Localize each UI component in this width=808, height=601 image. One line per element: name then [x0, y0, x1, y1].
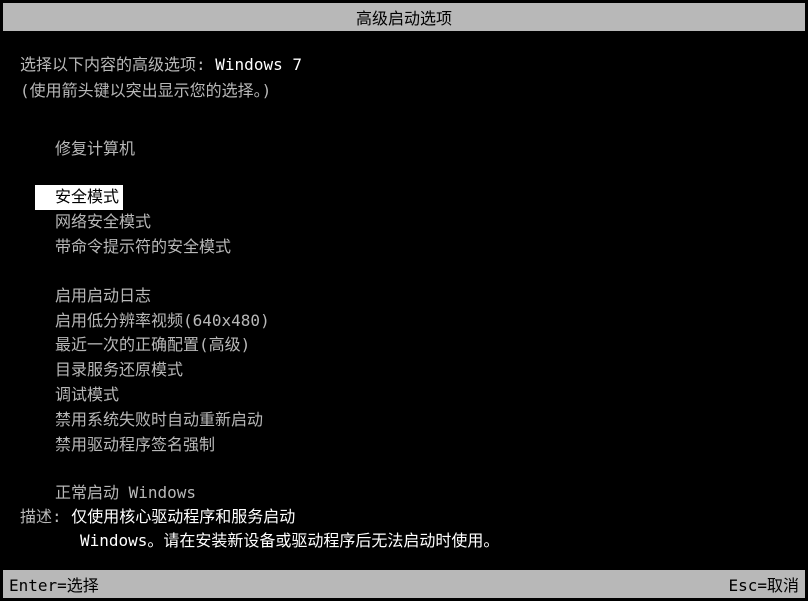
description-line1: 仅使用核心驱动程序和服务启动 [71, 507, 295, 526]
description-line2: Windows。请在安装新设备或驱动程序后无法启动时使用。 [20, 529, 788, 553]
menu-item-bootlog[interactable]: 启用启动日志 [55, 284, 788, 309]
menu-item-safemode[interactable]: 安全模式 [35, 185, 123, 210]
instruction-text: (使用箭头键以突出显示您的选择。) [20, 81, 788, 102]
boot-menu: 修复计算机 安全模式 网络安全模式 带命令提示符的安全模式 启用启动日志 启用低… [20, 137, 788, 507]
menu-item-safemode-cmd[interactable]: 带命令提示符的安全模式 [55, 235, 788, 260]
prompt-line: 选择以下内容的高级选项: Windows 7 [20, 55, 788, 76]
menu-item-safemode-network[interactable]: 网络安全模式 [55, 210, 788, 235]
spacer [55, 260, 788, 284]
menu-item-repair[interactable]: 修复计算机 [55, 137, 788, 162]
title-text: 高级启动选项 [356, 9, 452, 28]
spacer [55, 161, 788, 185]
menu-item-disable-autoreboot[interactable]: 禁用系统失败时自动重新启动 [55, 408, 788, 433]
footer-enter: Enter=选择 [9, 572, 99, 596]
description-label: 描述: [20, 507, 62, 526]
menu-item-lastknown[interactable]: 最近一次的正确配置(高级) [55, 333, 788, 358]
os-name: Windows 7 [215, 55, 302, 74]
menu-item-debug[interactable]: 调试模式 [55, 383, 788, 408]
prompt-label: 选择以下内容的高级选项: [20, 55, 206, 74]
spacer [55, 457, 788, 481]
footer-esc: Esc=取消 [728, 572, 799, 596]
title-bar: 高级启动选项 [3, 3, 805, 31]
menu-item-dsrm[interactable]: 目录服务还原模式 [55, 358, 788, 383]
menu-item-normal[interactable]: 正常启动 Windows [55, 481, 788, 506]
menu-item-lowres[interactable]: 启用低分辨率视频(640x480) [55, 309, 788, 334]
content-area: 选择以下内容的高级选项: Windows 7 (使用箭头键以突出显示您的选择。)… [20, 55, 788, 506]
menu-item-disable-sig[interactable]: 禁用驱动程序签名强制 [55, 433, 788, 458]
description-block: 描述: 仅使用核心驱动程序和服务启动 Windows。请在安装新设备或驱动程序后… [20, 505, 788, 553]
footer-bar: Enter=选择 Esc=取消 [3, 570, 805, 598]
